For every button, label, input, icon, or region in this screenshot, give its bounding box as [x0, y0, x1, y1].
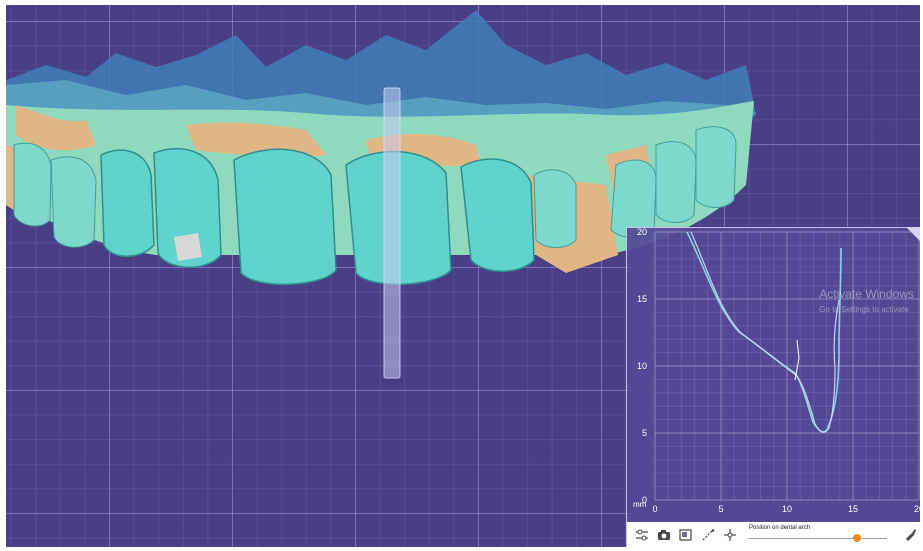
arch-position-slider[interactable]: Position on dental arch	[747, 522, 901, 547]
crosshair-icon[interactable]	[721, 527, 738, 544]
tooth	[610, 159, 657, 238]
tooth	[695, 126, 737, 208]
tooth	[50, 156, 97, 248]
x-tick-label: 15	[848, 504, 858, 514]
screen-capture-icon[interactable]	[677, 527, 694, 544]
3d-viewport[interactable]: 0 5 10 15 20 0 5 10 15 20 mm Position on de	[6, 5, 920, 547]
slider-knob[interactable]	[852, 534, 861, 542]
x-tick-label: 10	[782, 504, 792, 514]
section-plane-icon[interactable]	[383, 87, 401, 379]
measure-icon[interactable]	[699, 527, 716, 544]
profile-curve-marker	[794, 339, 800, 381]
profile-plot: 0 5 10 15 2005101520	[637, 228, 920, 514]
tooth	[100, 149, 155, 257]
x-tick-label: 5	[718, 504, 723, 514]
arch-position-label: Position on dental arch	[749, 525, 811, 531]
profile-curve-inner	[690, 231, 840, 433]
x-tick-label: 0	[652, 504, 657, 514]
y-tick-label: 20	[637, 228, 647, 237]
y-tick-label: 5	[642, 428, 647, 438]
profile-curve-outer	[686, 231, 842, 433]
profile-toolbar: Position on dental arch	[627, 522, 920, 547]
camera-icon[interactable]	[655, 527, 672, 544]
tooth	[233, 148, 337, 286]
sliders-icon[interactable]	[633, 527, 650, 544]
slider-track[interactable]	[749, 538, 887, 539]
cross-section-profile-panel[interactable]: 0 5 10 15 20 0 5 10 15 20 mm Position on de	[626, 227, 920, 547]
tooth	[533, 169, 577, 248]
brush-icon[interactable]	[901, 527, 918, 544]
tooth-wear-patch	[174, 233, 202, 261]
tooth	[460, 158, 535, 272]
y-tick-label: 10	[637, 361, 647, 371]
tooth	[13, 142, 52, 227]
x-tick-label: 20	[914, 504, 920, 514]
unit-label: mm	[633, 500, 647, 509]
y-tick-label: 15	[637, 294, 647, 304]
tooth	[655, 141, 697, 223]
